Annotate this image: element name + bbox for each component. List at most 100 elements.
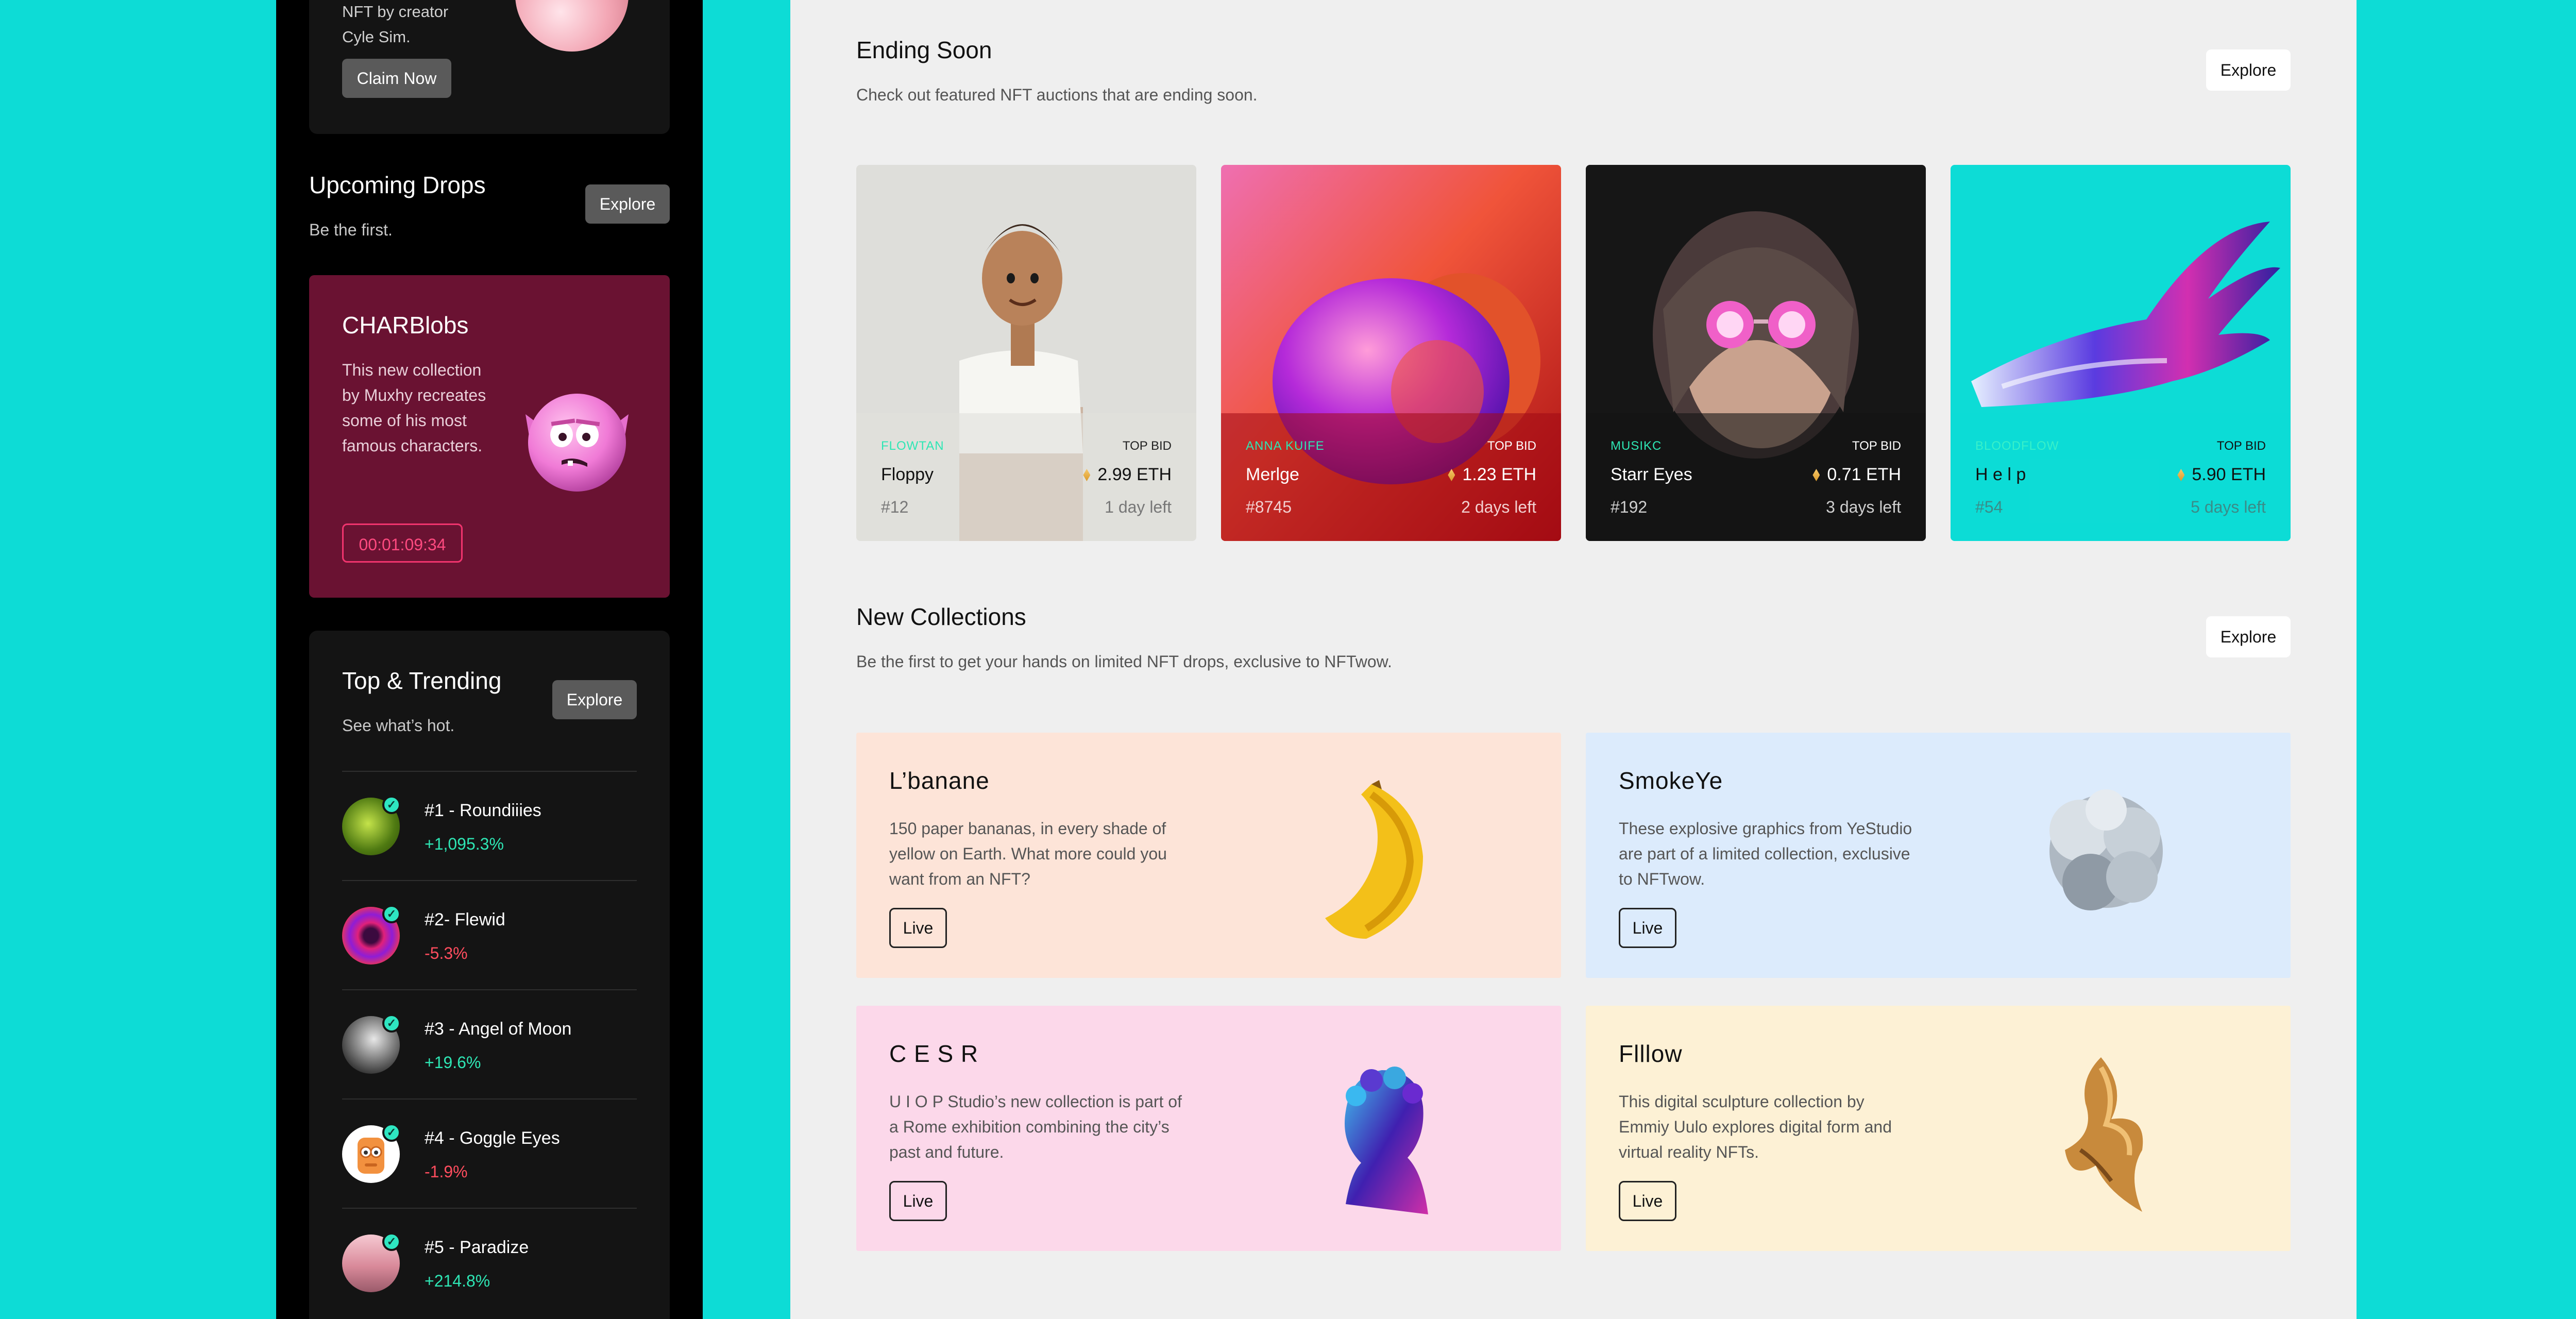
main-content: Ending Soon Check out featured NFT aucti… — [790, 0, 2357, 1319]
charblobs-title: CHARBlobs — [342, 312, 469, 339]
trending-item-change: -1.9% — [425, 1162, 468, 1181]
nft-info-panel: MUSIKC TOP BID Starr Eyes 0.71 ETH #192 … — [1586, 413, 1926, 541]
nft-artist: BLOODFLOW — [1975, 439, 2059, 453]
live-button[interactable]: Live — [889, 1181, 947, 1221]
trending-item-3[interactable]: ✓ #3 - Angel of Moon +19.6% — [342, 989, 637, 1100]
trending-item-change: +1,095.3% — [425, 835, 504, 853]
verified-check-icon: ✓ — [382, 1123, 401, 1142]
nft-info-panel: BLOODFLOW TOP BID H e l p 5.90 ETH #54 5… — [1951, 413, 2291, 541]
trending-item-name: #2- Flewid — [425, 910, 505, 929]
nft-name: Starr Eyes — [1611, 465, 1692, 484]
collection-title: Flllow — [1619, 1040, 1683, 1067]
nft-id: #192 — [1611, 498, 1648, 516]
live-button[interactable]: Live — [1619, 908, 1676, 948]
trending-item-name: #3 - Angel of Moon — [425, 1019, 572, 1039]
promo-line-1: NFT by creator — [342, 3, 449, 21]
banana-artwork-image — [1325, 780, 1423, 939]
bust-artwork-image — [1345, 1067, 1428, 1214]
nft-top-bid-label: TOP BID — [1487, 439, 1536, 453]
collection-card-flllow[interactable]: Flllow This digital sculpture collection… — [1586, 1006, 2291, 1251]
top-trending-title: Top & Trending — [342, 667, 502, 694]
verified-check-icon: ✓ — [382, 1232, 401, 1251]
nft-time-left: 5 days left — [2191, 498, 2266, 516]
upcoming-drops-subtitle: Be the first. — [309, 221, 393, 239]
live-button[interactable]: Live — [889, 908, 947, 948]
new-collections-subtitle: Be the first to get your hands on limite… — [856, 652, 1392, 671]
collection-card-lbanane[interactable]: L’banane 150 paper bananas, in every sha… — [856, 733, 1561, 978]
nft-artist: MUSIKC — [1611, 439, 1662, 453]
nft-time-left: 2 days left — [1461, 498, 1536, 516]
charblobs-card[interactable]: CHARBlobs This new collection by Muxhy r… — [309, 275, 670, 598]
trending-item-2[interactable]: ✓ #2- Flewid -5.3% — [342, 880, 637, 990]
nft-price: 5.90 ETH — [2177, 465, 2266, 485]
smoke-artwork-image — [2049, 789, 2163, 910]
avatar: ✓ — [342, 905, 401, 965]
collection-card-cesr[interactable]: C E S R U I O P Studio’s new collection … — [856, 1006, 1561, 1251]
ethereum-icon — [1812, 469, 1820, 481]
nft-card-help[interactable]: BLOODFLOW TOP BID H e l p 5.90 ETH #54 5… — [1951, 165, 2291, 541]
top-trending-card: Top & Trending See what’s hot. Explore ✓… — [309, 631, 670, 1319]
verified-check-icon: ✓ — [382, 905, 401, 923]
collection-card-smokeye[interactable]: SmokeYe These explosive graphics from Ye… — [1586, 733, 2291, 978]
claim-now-button[interactable]: Claim Now — [342, 59, 451, 98]
collection-title: C E S R — [889, 1040, 979, 1067]
nft-artist: FLOWTAN — [881, 439, 944, 453]
nft-price: 2.99 ETH — [1083, 465, 1172, 485]
live-button[interactable]: Live — [1619, 1181, 1676, 1221]
avatar: ✓ — [342, 1232, 401, 1292]
verified-check-icon: ✓ — [382, 796, 401, 814]
trending-item-change: +19.6% — [425, 1053, 481, 1072]
collection-description: U I O P Studio’s new collection is part … — [889, 1092, 1182, 1161]
nft-card-floppy[interactable]: FLOWTAN TOP BID Floppy 2.99 ETH #12 1 da… — [856, 165, 1196, 541]
upcoming-explore-button[interactable]: Explore — [585, 184, 670, 224]
nft-time-left: 1 day left — [1105, 498, 1172, 516]
new-collections-title: New Collections — [856, 603, 1026, 630]
new-collections-explore-button[interactable]: Explore — [2206, 616, 2291, 657]
trending-item-1[interactable]: ✓ #1 - Roundiiies +1,095.3% — [342, 771, 637, 881]
verified-check-icon: ✓ — [382, 1014, 401, 1033]
trending-item-change: +214.8% — [425, 1272, 490, 1290]
nft-card-merlge[interactable]: ANNA KUIFE TOP BID Merlge 1.23 ETH #8745… — [1221, 165, 1561, 541]
trending-item-change: -5.3% — [425, 944, 468, 962]
sculpture-artwork-image — [2065, 1057, 2143, 1212]
collection-description: This digital sculpture collection by Emm… — [1619, 1092, 1892, 1161]
ethereum-icon — [1083, 469, 1091, 481]
nft-info-panel: FLOWTAN TOP BID Floppy 2.99 ETH #12 1 da… — [856, 413, 1196, 541]
charblobs-description: This new collection by Muxhy recreates s… — [342, 361, 486, 455]
nft-price: 0.71 ETH — [1812, 465, 1901, 485]
collection-description: These explosive graphics from YeStudio a… — [1619, 819, 1912, 888]
nft-top-bid-label: TOP BID — [1122, 439, 1172, 453]
ending-soon-title: Ending Soon — [856, 37, 992, 63]
ethereum-icon — [1448, 469, 1455, 481]
nft-id: #54 — [1975, 498, 2003, 516]
trending-item-4[interactable]: ✓ #4 - Goggle Eyes -1.9% — [342, 1098, 637, 1209]
promo-artwork — [515, 0, 629, 52]
ending-soon-subtitle: Check out featured NFT auctions that are… — [856, 86, 1258, 104]
collection-description: 150 paper bananas, in every shade of yel… — [889, 819, 1167, 888]
ethereum-icon — [2177, 469, 2185, 481]
sidebar: NFT by creator Cyle Sim. Claim Now Upcom… — [276, 0, 703, 1319]
promo-line-2: Cyle Sim. — [342, 28, 411, 46]
trending-item-name: #1 - Roundiiies — [425, 801, 541, 820]
avatar: ✓ — [342, 796, 401, 855]
collection-title: SmokeYe — [1619, 767, 1723, 794]
trending-explore-button[interactable]: Explore — [552, 680, 637, 719]
ending-soon-explore-button[interactable]: Explore — [2206, 49, 2291, 91]
upcoming-drops-title: Upcoming Drops — [309, 172, 486, 198]
nft-card-starr-eyes[interactable]: MUSIKC TOP BID Starr Eyes 0.71 ETH #192 … — [1586, 165, 1926, 541]
collection-title: L’banane — [889, 767, 990, 794]
top-trending-subtitle: See what’s hot. — [342, 716, 455, 735]
countdown-timer: 00:01:09:34 — [342, 523, 463, 563]
trending-item-name: #5 - Paradize — [425, 1238, 529, 1257]
trending-item-5[interactable]: ✓ #5 - Paradize +214.8% — [342, 1208, 637, 1318]
nft-name: Merlge — [1246, 465, 1299, 484]
charblobs-mascot-image — [526, 394, 629, 492]
nft-id: #12 — [881, 498, 909, 516]
nft-id: #8745 — [1246, 498, 1292, 516]
nft-info-panel: ANNA KUIFE TOP BID Merlge 1.23 ETH #8745… — [1221, 413, 1561, 541]
trending-item-name: #4 - Goggle Eyes — [425, 1128, 560, 1148]
nft-name: H e l p — [1975, 465, 2026, 484]
avatar: ✓ — [342, 1123, 401, 1183]
avatar: ✓ — [342, 1014, 401, 1074]
nft-time-left: 3 days left — [1826, 498, 1901, 516]
